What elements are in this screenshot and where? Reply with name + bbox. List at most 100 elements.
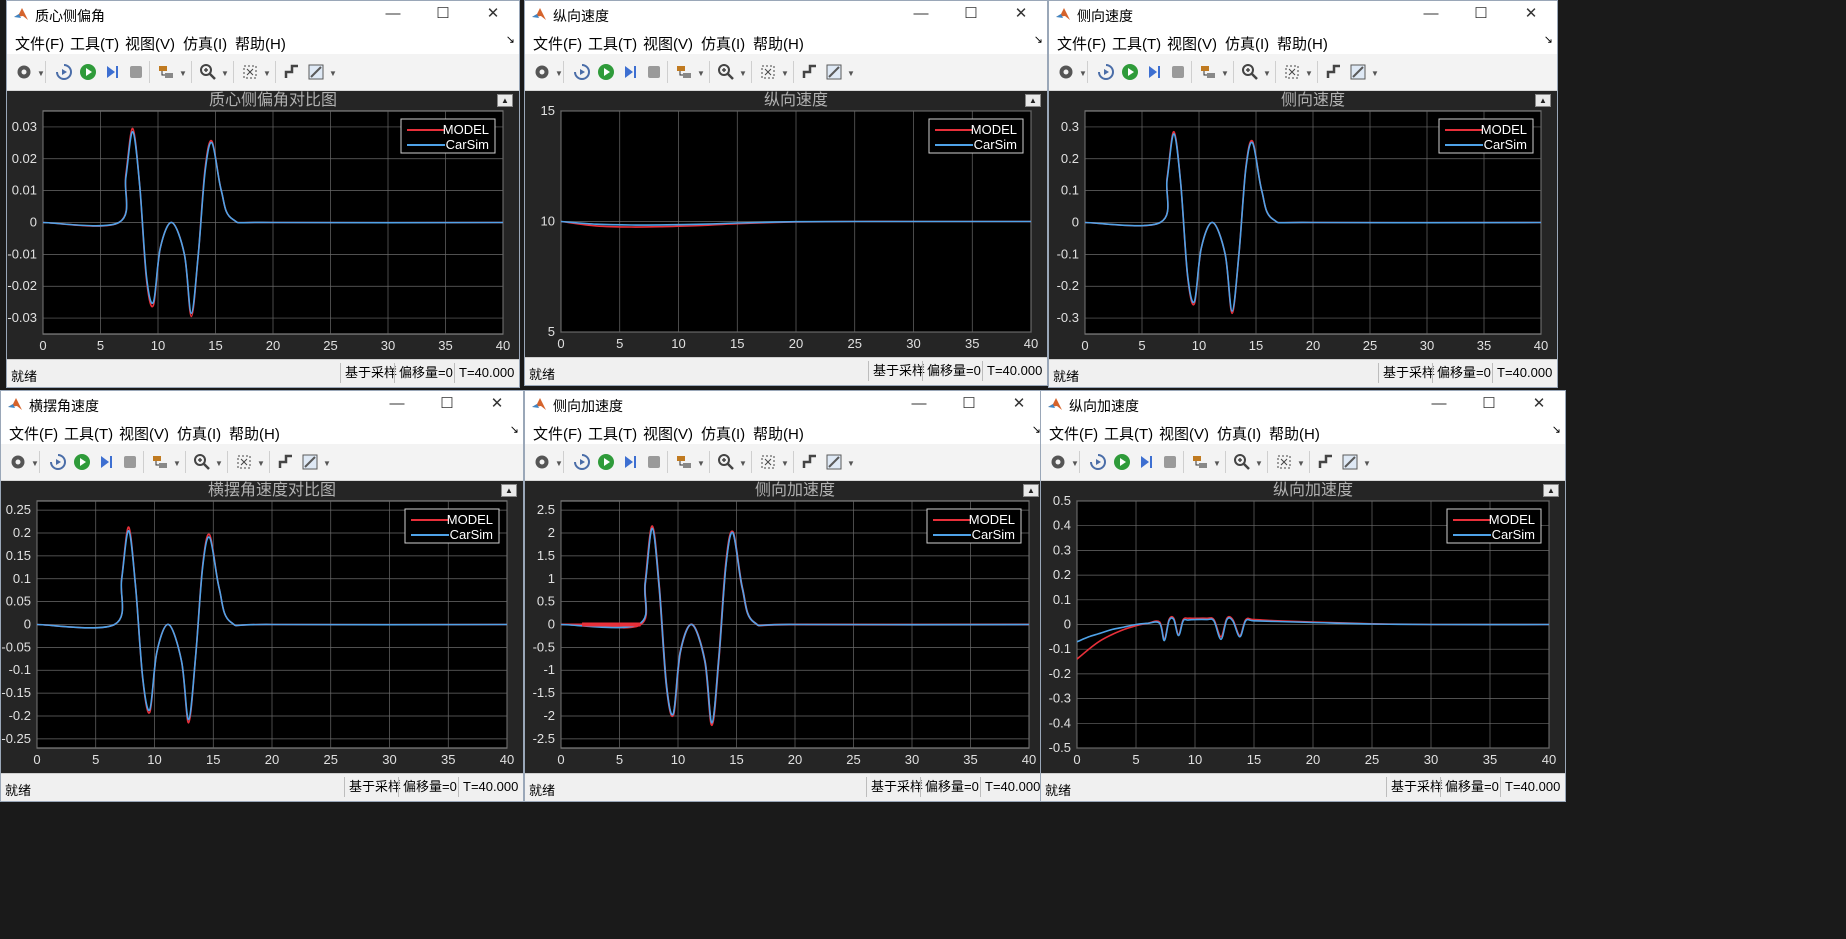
autoscale-icon[interactable] — [1283, 63, 1301, 81]
pin-icon[interactable]: ↘ — [510, 423, 519, 436]
pin-icon[interactable]: ↘ — [1034, 33, 1043, 46]
run-icon[interactable] — [1113, 453, 1131, 471]
menu-simulation[interactable]: 仿真(I) — [701, 423, 745, 444]
gear-icon[interactable] — [1057, 63, 1075, 81]
title-bar[interactable]: 纵向加速度 — ☐ ✕ — [1041, 391, 1565, 417]
trigger-icon[interactable] — [283, 63, 301, 81]
step-back-icon[interactable] — [573, 63, 591, 81]
menu-help[interactable]: 帮助(H) — [753, 33, 804, 54]
step-back-icon[interactable] — [55, 63, 73, 81]
step-forward-icon[interactable] — [621, 63, 639, 81]
menu-tools[interactable]: 工具(T) — [64, 423, 113, 444]
dropdown-arrow-icon[interactable]: ▼ — [1071, 459, 1079, 468]
cursor-measure-icon[interactable] — [825, 63, 843, 81]
dropdown-arrow-icon[interactable]: ▼ — [697, 69, 705, 78]
menu-simulation[interactable]: 仿真(I) — [183, 33, 227, 54]
dropdown-arrow-icon[interactable]: ▼ — [37, 69, 45, 78]
title-bar[interactable]: 质心侧偏角 — ☐ ✕ — [7, 1, 519, 27]
close-button[interactable]: ✕ — [1525, 393, 1553, 415]
menu-view[interactable]: 视图(V) — [1159, 423, 1209, 444]
maximize-button[interactable]: ☐ — [1467, 3, 1495, 25]
autoscale-icon[interactable] — [759, 63, 777, 81]
signal-select-icon[interactable] — [675, 453, 693, 471]
dropdown-arrow-icon[interactable]: ▼ — [847, 69, 855, 78]
step-forward-icon[interactable] — [103, 63, 121, 81]
signal-select-icon[interactable] — [157, 63, 175, 81]
menu-file[interactable]: 文件(F) — [1049, 423, 1098, 444]
dropdown-arrow-icon[interactable]: ▼ — [781, 459, 789, 468]
menu-simulation[interactable]: 仿真(I) — [701, 33, 745, 54]
cursor-measure-icon[interactable] — [825, 453, 843, 471]
dropdown-arrow-icon[interactable]: ▼ — [555, 69, 563, 78]
menu-file[interactable]: 文件(F) — [533, 33, 582, 54]
signal-select-icon[interactable] — [1191, 453, 1209, 471]
menu-view[interactable]: 视图(V) — [125, 33, 175, 54]
menu-view[interactable]: 视图(V) — [1167, 33, 1217, 54]
menu-tools[interactable]: 工具(T) — [1112, 33, 1161, 54]
menu-tools[interactable]: 工具(T) — [588, 33, 637, 54]
title-bar[interactable]: 侧向加速度 — ☐ ✕ — [525, 391, 1045, 417]
zoom-icon[interactable] — [1233, 453, 1251, 471]
menu-file[interactable]: 文件(F) — [9, 423, 58, 444]
cursor-measure-icon[interactable] — [1349, 63, 1367, 81]
menu-tools[interactable]: 工具(T) — [70, 33, 119, 54]
menu-file[interactable]: 文件(F) — [533, 423, 582, 444]
gear-icon[interactable] — [1049, 453, 1067, 471]
gear-icon[interactable] — [15, 63, 33, 81]
maximize-button[interactable]: ☐ — [955, 393, 983, 415]
title-bar[interactable]: 纵向速度 — ☐ ✕ — [525, 1, 1047, 27]
step-forward-icon[interactable] — [621, 453, 639, 471]
dropdown-arrow-icon[interactable]: ▼ — [31, 459, 39, 468]
dropdown-arrow-icon[interactable]: ▼ — [179, 69, 187, 78]
step-forward-icon[interactable] — [97, 453, 115, 471]
stop-icon[interactable] — [1169, 63, 1187, 81]
menu-help[interactable]: 帮助(H) — [235, 33, 286, 54]
menu-help[interactable]: 帮助(H) — [753, 423, 804, 444]
dropdown-arrow-icon[interactable]: ▼ — [847, 459, 855, 468]
step-forward-icon[interactable] — [1145, 63, 1163, 81]
trigger-icon[interactable] — [801, 63, 819, 81]
dropdown-arrow-icon[interactable]: ▼ — [1079, 69, 1087, 78]
run-icon[interactable] — [1121, 63, 1139, 81]
minimize-button[interactable]: — — [1417, 3, 1445, 25]
trigger-icon[interactable] — [1317, 453, 1335, 471]
pin-icon[interactable]: ↘ — [506, 33, 515, 46]
dropdown-arrow-icon[interactable]: ▼ — [697, 459, 705, 468]
dropdown-arrow-icon[interactable]: ▼ — [1363, 459, 1371, 468]
menu-tools[interactable]: 工具(T) — [1104, 423, 1153, 444]
run-icon[interactable] — [79, 63, 97, 81]
stop-icon[interactable] — [645, 63, 663, 81]
menu-help[interactable]: 帮助(H) — [1269, 423, 1320, 444]
trigger-icon[interactable] — [801, 453, 819, 471]
stop-icon[interactable] — [1161, 453, 1179, 471]
dropdown-arrow-icon[interactable]: ▼ — [1297, 459, 1305, 468]
run-icon[interactable] — [73, 453, 91, 471]
pin-icon[interactable]: ↘ — [1552, 423, 1561, 436]
dropdown-arrow-icon[interactable]: ▼ — [1255, 459, 1263, 468]
step-back-icon[interactable] — [49, 453, 67, 471]
trigger-icon[interactable] — [1325, 63, 1343, 81]
step-forward-icon[interactable] — [1137, 453, 1155, 471]
cursor-measure-icon[interactable] — [307, 63, 325, 81]
menu-help[interactable]: 帮助(H) — [1277, 33, 1328, 54]
maximize-button[interactable]: ☐ — [429, 3, 457, 25]
dropdown-arrow-icon[interactable]: ▼ — [555, 459, 563, 468]
close-button[interactable]: ✕ — [1007, 3, 1035, 25]
cursor-measure-icon[interactable] — [1341, 453, 1359, 471]
title-bar[interactable]: 横摆角速度 — ☐ ✕ — [1, 391, 523, 417]
title-bar[interactable]: 侧向速度 — ☐ ✕ — [1049, 1, 1557, 27]
dropdown-arrow-icon[interactable]: ▼ — [1221, 69, 1229, 78]
close-button[interactable]: ✕ — [479, 3, 507, 25]
pin-icon[interactable]: ↘ — [1544, 33, 1553, 46]
menu-view[interactable]: 视图(V) — [119, 423, 169, 444]
dropdown-arrow-icon[interactable]: ▼ — [781, 69, 789, 78]
menu-help[interactable]: 帮助(H) — [229, 423, 280, 444]
minimize-button[interactable]: — — [379, 3, 407, 25]
step-back-icon[interactable] — [573, 453, 591, 471]
step-back-icon[interactable] — [1089, 453, 1107, 471]
maximize-button[interactable]: ☐ — [433, 393, 461, 415]
menu-file[interactable]: 文件(F) — [15, 33, 64, 54]
dropdown-arrow-icon[interactable]: ▼ — [215, 459, 223, 468]
stop-icon[interactable] — [121, 453, 139, 471]
menu-view[interactable]: 视图(V) — [643, 33, 693, 54]
